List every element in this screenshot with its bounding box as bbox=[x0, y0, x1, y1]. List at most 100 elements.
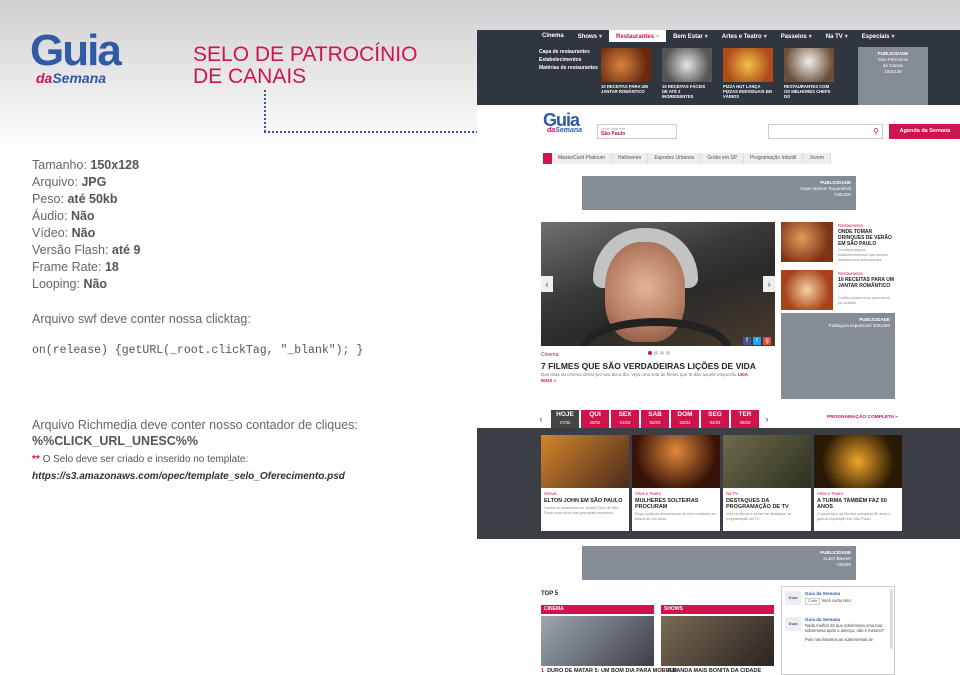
search-icon[interactable]: ⚲ bbox=[873, 128, 879, 136]
logo-subtitle: daSemana bbox=[36, 70, 107, 86]
leia-link[interactable]: LEIA bbox=[738, 372, 748, 377]
location-city: São Paulo bbox=[601, 131, 626, 137]
top5-section-shows[interactable]: SHOWS bbox=[661, 605, 774, 614]
card-image bbox=[541, 435, 629, 488]
mega-item[interactable]: PIZZA HUT LANÇA PIZZAS INDIVIDUAIS EM VÁ… bbox=[723, 48, 773, 99]
carousel-dot[interactable] bbox=[654, 351, 658, 355]
chevron-down-icon: ▾ bbox=[656, 34, 660, 40]
submenu-item[interactable]: Estabelecimentos bbox=[539, 56, 598, 64]
mega-item[interactable]: 10 RECEITAS FÁCEIS DE ATÉ 3 INGREDIENTES bbox=[662, 48, 712, 99]
hero-image[interactable] bbox=[541, 222, 775, 346]
nav-tab-na-tv[interactable]: Na TV ▾ bbox=[819, 30, 855, 42]
day-tab[interactable]: SAB 02/03 bbox=[641, 410, 669, 428]
nav-tab-artes-teatro[interactable]: Artes e Teatro ▾ bbox=[715, 30, 774, 42]
spec-flash: Versão Flash: até 9 bbox=[32, 243, 141, 257]
days-prev-button[interactable]: ‹ bbox=[537, 411, 545, 427]
nav-tab-cinema[interactable]: Cinema bbox=[535, 30, 571, 42]
full-schedule-link[interactable]: PROGRAMAÇÃO COMPLETA » bbox=[827, 415, 898, 420]
carousel-prev-button[interactable]: ‹ bbox=[541, 276, 553, 292]
mais-link[interactable]: MAIS » bbox=[541, 378, 556, 383]
twitter-icon[interactable]: t bbox=[753, 337, 761, 345]
restaurantes-submenu: Capa de restaurantes Estabelecimentos Ma… bbox=[539, 48, 598, 72]
top5-item[interactable]: 1 DURO DE MATAR 5: UM BOM DIA PARA MORRER bbox=[541, 668, 677, 674]
carousel-dot[interactable] bbox=[666, 351, 670, 355]
ad-size: Fatãoguia expansível 300x250 bbox=[828, 323, 890, 328]
side-card[interactable]: Restaurantes ONDE TOMAR DRINQUES DE VERÃ… bbox=[781, 222, 895, 264]
page-title-line1: SELO DE PATROCÍNIO bbox=[193, 43, 418, 66]
fb-page-name[interactable]: Guia da Semana bbox=[805, 591, 890, 597]
facebook-icon[interactable]: f bbox=[743, 337, 751, 345]
rectangle-ad[interactable]: PUBLICIDADE Fatãoguia expansível 300x250 bbox=[781, 313, 895, 399]
mega-item[interactable]: RESTAURANTES COM OS MELHORES CHEFS DO bbox=[784, 48, 834, 99]
fb-like-button[interactable]: Curtir bbox=[805, 597, 821, 605]
tag-link[interactable]: Esportes Urbanos bbox=[648, 153, 702, 164]
carousel-dot[interactable] bbox=[660, 351, 664, 355]
search-input[interactable]: ⚲ bbox=[768, 124, 883, 139]
spec-weight: Peso: até 50kb bbox=[32, 192, 118, 206]
google-plus-icon[interactable]: g bbox=[763, 337, 771, 345]
day-tab[interactable]: SEG 04/03 bbox=[701, 410, 729, 428]
food-image bbox=[784, 48, 834, 82]
swf-note: Arquivo swf deve conter nossa clicktag: bbox=[32, 312, 251, 326]
carousel-next-button[interactable]: › bbox=[763, 276, 775, 292]
template-url[interactable]: https://s3.amazonaws.com/opec/template_s… bbox=[32, 471, 345, 482]
nav-tab-passeios[interactable]: Passeios ▾ bbox=[774, 30, 819, 42]
card-title: MULHERES SOLTEIRAS PROCURAM bbox=[635, 498, 699, 510]
side-card-title: 10 RECEITAS PARA UM JANTAR ROMÂNTICO bbox=[838, 277, 895, 289]
richmedia-card[interactable]: Artes e Teatro A TURMA TAMBÉM FAZ 50 ANO… bbox=[814, 435, 902, 531]
card-desc: Peça conta as desventuras de três mulher… bbox=[635, 512, 717, 521]
top5-image[interactable] bbox=[661, 616, 774, 666]
expandable-banner-ad[interactable]: PUBLICIDADE Super Banner Expansível 728x… bbox=[582, 176, 856, 210]
tag-link[interactable]: Programação Infantil bbox=[744, 153, 804, 164]
sponsor-seal-ad[interactable]: PUBLICIDADE Selo Patrocínio de Canais 15… bbox=[858, 47, 928, 105]
top5-item[interactable]: 1A BANDA MAIS BONITA DA CIDADE bbox=[661, 668, 761, 674]
card-desc: Veja os filmes e séries de destaque na p… bbox=[726, 512, 792, 521]
submenu-item[interactable]: Matérias de restaurantes bbox=[539, 64, 598, 72]
connector-line-left bbox=[264, 90, 266, 132]
richmedia-card[interactable]: Na TV DESTAQUES DA PROGRAMAÇÃO DE TV Vej… bbox=[723, 435, 811, 531]
tag-link[interactable]: MasterCard Platinum bbox=[552, 153, 612, 164]
tag-link[interactable]: Grátis em SP bbox=[701, 153, 745, 164]
chevron-down-icon: ▾ bbox=[844, 34, 848, 40]
fb-scrollbar[interactable] bbox=[890, 589, 893, 649]
richmedia-card[interactable]: Artes e Teatro MULHERES SOLTEIRAS PROCUR… bbox=[632, 435, 720, 531]
card-image bbox=[723, 435, 811, 488]
super-banner-ad[interactable]: PUBLICIDADE Super Banner 728x90 bbox=[582, 546, 856, 580]
side-card[interactable]: Restaurantes 10 RECEITAS PARA UM JANTAR … bbox=[781, 270, 895, 312]
location-selector[interactable]: você está em São Paulo bbox=[597, 124, 677, 139]
day-tab[interactable]: SEX 01/03 bbox=[611, 410, 639, 428]
food-image bbox=[601, 48, 651, 82]
carousel-dots bbox=[648, 351, 672, 355]
spec-looping: Looping: Não bbox=[32, 277, 108, 291]
card-desc: Cantor se apresenta no Jockey Club de Sã… bbox=[544, 506, 619, 515]
hero-title[interactable]: 7 FILMES QUE SÃO VERDADEIRAS LIÇÕES DE V… bbox=[541, 361, 756, 371]
day-tab[interactable]: QUI 28/02 bbox=[581, 410, 609, 428]
bookmark-icon bbox=[543, 153, 552, 164]
side-card-category: Restaurantes bbox=[838, 271, 863, 276]
day-tab[interactable]: DOM 03/03 bbox=[671, 410, 699, 428]
mega-caption: 10 RECEITAS FÁCEIS DE ATÉ 3 INGREDIENTES bbox=[662, 84, 706, 99]
day-tab-hoje[interactable]: HOJE 27/02 bbox=[551, 410, 579, 428]
card-category: Artes e Teatro bbox=[635, 491, 661, 496]
site-screenshot: Cinema Shows ▾ Restaurantes ▾ Bem Estar ▾ A… bbox=[477, 30, 960, 675]
nav-tab-shows[interactable]: Shows ▾ bbox=[571, 30, 609, 42]
submenu-item[interactable]: Capa de restaurantes bbox=[539, 48, 598, 56]
agenda-button[interactable]: Agenda da Semana bbox=[889, 124, 960, 139]
nav-tab-especiais[interactable]: Especiais ▾ bbox=[855, 30, 902, 42]
nav-tab-bem-estar[interactable]: Bem Estar ▾ bbox=[666, 30, 715, 42]
day-tab[interactable]: TER 05/03 bbox=[731, 410, 759, 428]
top5-section-cinema[interactable]: CINEMA bbox=[541, 605, 654, 614]
chevron-down-icon: ▾ bbox=[763, 34, 767, 40]
tag-link[interactable]: Jovem bbox=[803, 153, 831, 164]
mega-caption: RESTAURANTES COM OS MELHORES CHEFS DO bbox=[784, 84, 831, 99]
richmedia-note: Arquivo Richmedia deve conter nosso cont… bbox=[32, 418, 358, 432]
chevron-down-icon: ▾ bbox=[599, 34, 603, 40]
tag-link[interactable]: Halloween bbox=[612, 153, 649, 164]
nav-tab-restaurantes[interactable]: Restaurantes ▾ bbox=[609, 30, 667, 42]
mega-item[interactable]: 10 RECEITAS PARA UM JANTAR ROMÂNTICO bbox=[601, 48, 651, 94]
richmedia-card[interactable]: Shows ELTON JOHN EM SÃO PAULO Cantor se … bbox=[541, 435, 629, 531]
carousel-dot[interactable] bbox=[648, 351, 652, 355]
days-next-button[interactable]: › bbox=[763, 411, 771, 427]
top5-image[interactable] bbox=[541, 616, 654, 666]
guia-da-semana-logo: Guia daSemana bbox=[30, 26, 130, 106]
